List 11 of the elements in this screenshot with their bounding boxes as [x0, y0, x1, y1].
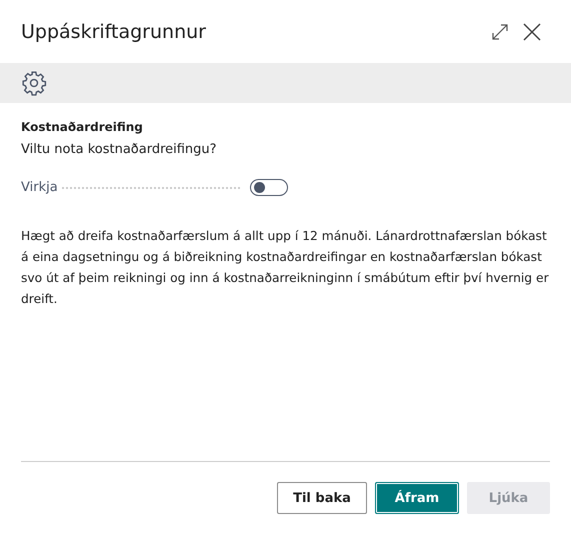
window-title: Uppáskriftagrunnur [21, 20, 207, 42]
expand-icon[interactable] [491, 22, 509, 40]
section-heading: Kostnaðardreifing [21, 120, 144, 134]
description-text: Hægt að dreifa kostnaðarfærslum á allt upp í 12 mánuði. Lánardrottnafærslan bókast á eina dagsetningu og á biðreikning kostnaðardreifingar en kostnaðarfærslan bókast svo út af þeim reikningi og inn á kostnaðarreikninginn í smábútum eftir því hvernig er dreift. [21, 228, 550, 308]
next-button[interactable]: Áfram [375, 482, 459, 514]
close-icon[interactable] [523, 22, 541, 40]
button[interactable]: Til baka [277, 482, 367, 514]
toggle-label: Virkja [21, 180, 58, 195]
toggle-switch[interactable] [250, 179, 288, 196]
question-text: Viltu nota kostnaðardreifingu? [21, 142, 218, 157]
settings-icon[interactable] [21, 70, 47, 96]
